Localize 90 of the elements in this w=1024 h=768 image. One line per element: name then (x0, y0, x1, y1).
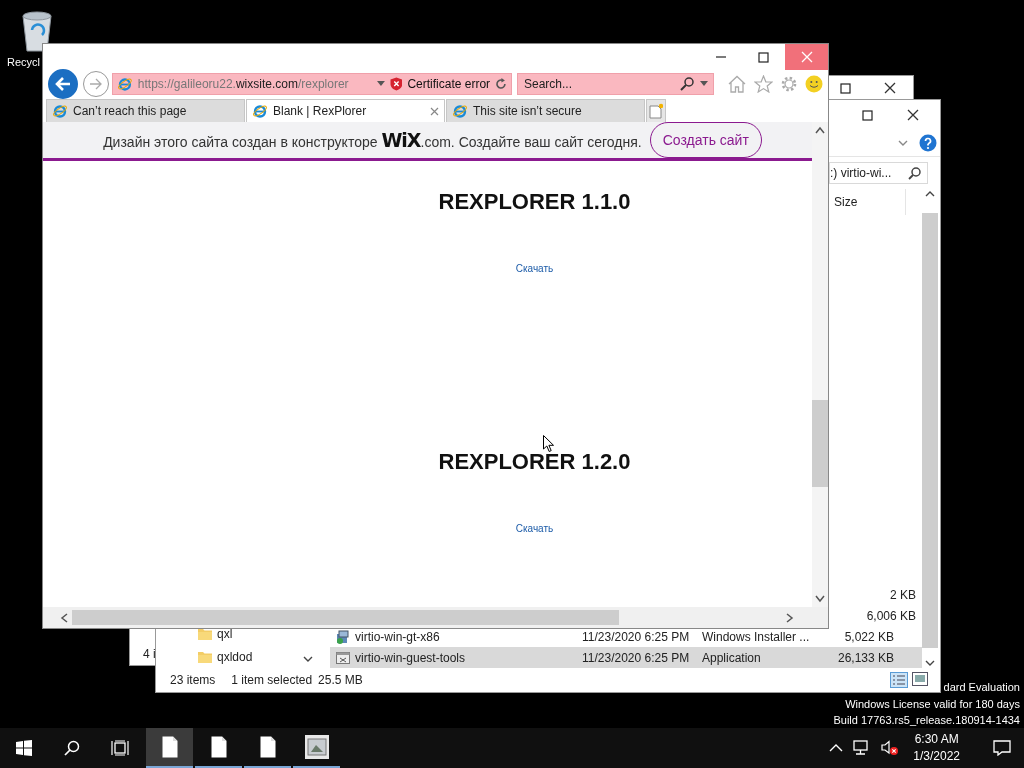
star-icon[interactable] (754, 75, 773, 93)
folder-icon (198, 627, 212, 640)
scrollbar-thumb[interactable] (812, 400, 828, 487)
file-type: Windows Installer ... (702, 629, 810, 644)
cursor-icon (543, 435, 554, 452)
arrow-left-icon (54, 76, 72, 92)
maximize-icon (839, 82, 851, 94)
license-text: Windows License valid for 180 days (845, 696, 1020, 712)
file-row[interactable]: 2 KB (836, 584, 922, 605)
maximize-icon (861, 109, 873, 121)
arrow-right-icon (89, 78, 103, 90)
installer-icon (336, 629, 350, 644)
search-icon (64, 740, 80, 756)
document-icon (259, 736, 276, 758)
file-type: Application (702, 650, 761, 665)
speech-bubble-icon (993, 740, 1011, 756)
browser-tab[interactable]: Blank | RexPlorer (246, 99, 445, 122)
show-hidden-icons-icon[interactable] (829, 743, 844, 753)
smiley-icon[interactable] (805, 75, 823, 93)
scrollbar-thumb[interactable] (72, 610, 619, 625)
new-page-icon (649, 103, 663, 119)
shield-error-icon[interactable] (389, 77, 403, 91)
folder-icon (198, 650, 212, 663)
banner-text: Дизайн этого сайта создан в конструкторе WiX.com. Создайте ваш сайт сегодня. (103, 129, 642, 151)
scroll-down-icon[interactable] (924, 658, 936, 668)
download-link[interactable]: Скачать (515, 263, 554, 274)
license-text: Build 17763.rs5_release.180914-1434 (833, 713, 1020, 728)
license-text: dard Evaluation (943, 680, 1020, 695)
browser-icon (252, 103, 268, 119)
clock-date: 1/3/2022 (913, 748, 960, 765)
address-text: :) virtio-wi... (830, 166, 892, 180)
file-date: 11/23/2020 6:25 PM (582, 650, 690, 665)
file-row[interactable]: 6,006 KB (836, 605, 922, 626)
application-icon (336, 650, 350, 665)
url-text: https://galileoru22.wixsite.com/rexplorer (137, 77, 350, 91)
document-icon (210, 736, 227, 758)
chevron-down-icon[interactable] (897, 138, 909, 148)
nav-item[interactable]: qxl (217, 626, 233, 641)
file-name: virtio-win-guest-tools (355, 650, 466, 665)
file-size: 2 KB (890, 587, 916, 602)
clock[interactable]: 6:30 AM 1/3/2022 (913, 731, 960, 765)
browser-icon (117, 76, 133, 92)
browser-tab[interactable]: This site isn’t secure (446, 99, 645, 122)
clock-time: 6:30 AM (914, 731, 959, 748)
file-size: 6,006 KB (866, 608, 916, 623)
close-icon (800, 51, 813, 63)
image-window-icon (304, 735, 329, 759)
dropdown-caret-icon[interactable] (376, 81, 385, 87)
taskbar-app[interactable] (146, 728, 193, 768)
address-bar[interactable]: https://galileoru22.wixsite.com/rexplorer Certificate error (112, 73, 512, 95)
file-row[interactable]: virtio-win-gt-x86 11/23/2020 6:25 PM Windows Installer ... 5,022 KB (330, 626, 922, 647)
file-name: virtio-win-gt-x86 (355, 629, 440, 644)
nav-item[interactable]: qxldod (217, 649, 253, 664)
selection-text: 1 item selected (231, 673, 313, 687)
recycle-bin-icon[interactable] (20, 8, 54, 52)
scrollbar-thumb[interactable] (922, 213, 938, 648)
status-text: 4 i (143, 647, 156, 661)
download-link[interactable]: Скачать (515, 523, 554, 534)
task-view-icon (111, 740, 129, 756)
windows-logo-icon (16, 740, 32, 756)
close-icon (884, 82, 896, 94)
document-icon (161, 736, 178, 758)
close-tab-icon[interactable] (430, 106, 439, 116)
release-title: REXPLORER 1.1.0 (438, 191, 631, 213)
address-field[interactable]: :) virtio-wi... (829, 162, 928, 184)
file-date: 11/23/2020 6:25 PM (582, 629, 690, 644)
browser-icon (452, 103, 468, 119)
refresh-icon[interactable] (495, 78, 507, 90)
volume-muted-icon[interactable] (881, 740, 900, 756)
maximize-icon (758, 51, 769, 63)
browser-tab[interactable]: Can’t reach this page (46, 99, 245, 122)
scroll-up-icon[interactable] (924, 189, 936, 199)
help-icon[interactable] (919, 134, 937, 152)
file-size: 26,133 KB (837, 650, 894, 665)
browser-icon (52, 103, 68, 119)
preview-view-icon[interactable] (912, 672, 928, 686)
search-icon[interactable] (680, 77, 694, 91)
recycle-bin-label[interactable]: Recycl (7, 56, 40, 68)
selection-size: 25.5 MB (318, 673, 363, 687)
file-row[interactable]: virtio-win-guest-tools 11/23/2020 6:25 PM Application 26,133 KB (330, 647, 922, 668)
release-title: REXPLORER 1.2.0 (438, 451, 631, 473)
item-count: 23 items (170, 673, 216, 687)
close-icon (907, 109, 919, 121)
search-icon[interactable] (908, 166, 921, 180)
certificate-error-label[interactable]: Certificate error (407, 77, 491, 91)
dropdown-caret-icon[interactable] (700, 81, 708, 87)
search-field[interactable]: Search... (517, 73, 714, 95)
file-size: 5,022 KB (844, 629, 894, 644)
scroll-down-icon[interactable] (302, 654, 314, 664)
forward-button[interactable] (83, 71, 109, 97)
